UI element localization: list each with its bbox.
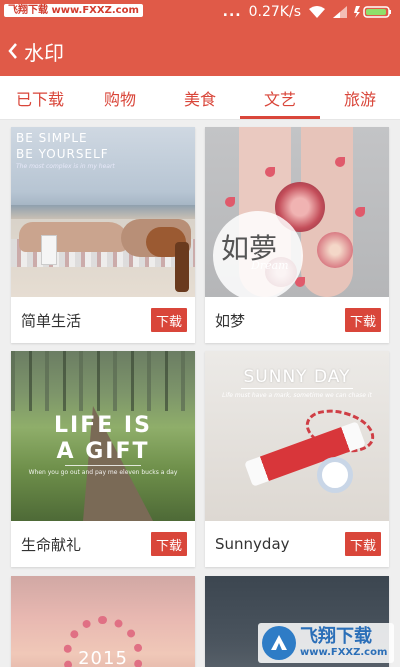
watermark-card[interactable]: BE SIMPLE BE YOURSELF The most complex i… <box>11 127 195 343</box>
card-title: Sunnyday <box>215 535 290 553</box>
status-bar: 飞翔下载 www.FXXZ.com ... 0.27K/s <box>0 0 400 26</box>
watermark-card[interactable]: 2015 <box>11 576 195 667</box>
app-bar: 水印 <box>0 26 400 76</box>
watermark-preview-image[interactable]: 如夢 Dream <box>205 127 389 297</box>
download-button[interactable]: 下载 <box>345 308 381 332</box>
watermark-brand: 飞翔下载 <box>300 626 372 647</box>
tab-travel[interactable]: 旅游 <box>320 76 400 119</box>
card-title: 如梦 <box>215 311 246 330</box>
watermark-top-left: 飞翔下载 www.FXXZ.com <box>4 4 143 17</box>
watermark-grid: BE SIMPLE BE YOURSELF The most complex i… <box>0 120 400 667</box>
watermark-preview-image[interactable]: LIFE IS A GIFT When you go out and pay m… <box>11 351 195 521</box>
overlay-subtext: Dream <box>251 259 289 272</box>
network-speed: 0.27K/s <box>248 4 301 20</box>
overlay-subtext: Life must have a mark, sometime we can c… <box>222 392 372 399</box>
watermark-card[interactable]: SUNNY DAY Life must have a mark, sometim… <box>205 351 389 567</box>
signal-icon <box>333 6 347 18</box>
watermark-card[interactable]: 如夢 Dream 如梦 下载 <box>205 127 389 343</box>
status-indicators: ... 0.27K/s <box>223 4 392 20</box>
overlay-text: BE SIMPLE <box>16 131 88 145</box>
download-button[interactable]: 下载 <box>345 532 381 556</box>
fxxz-logo-icon <box>262 626 296 660</box>
watermark-bottom-right: 飞翔下载 www.FXXZ.com <box>258 623 394 663</box>
chevron-left-icon <box>8 43 17 59</box>
tab-literary[interactable]: 文艺 <box>240 76 320 119</box>
watermark-preview-image[interactable]: 2015 <box>11 576 195 667</box>
status-dots: ... <box>222 4 242 20</box>
wifi-icon <box>308 5 326 19</box>
watermark-preview-image[interactable]: BE SIMPLE BE YOURSELF The most complex i… <box>11 127 195 297</box>
card-title: 生命献礼 <box>21 535 82 554</box>
battery-charging-icon <box>354 5 392 19</box>
tab-shopping[interactable]: 购物 <box>80 76 160 119</box>
category-tabs: 已下载 购物 美食 文艺 旅游 <box>0 76 400 120</box>
overlay-text: A GIFT <box>56 439 150 464</box>
overlay-text: 2015 <box>78 648 128 667</box>
download-button[interactable]: 下载 <box>151 308 187 332</box>
overlay-subtext: When you go out and pay me eleven bucks … <box>28 469 178 476</box>
card-title: 简单生活 <box>21 311 82 330</box>
watermark-url: www.FXXZ.com <box>300 647 388 658</box>
overlay-text: SUNNY DAY <box>243 367 351 387</box>
overlay-text: LIFE IS <box>54 413 152 438</box>
back-button[interactable] <box>2 26 24 76</box>
tab-food[interactable]: 美食 <box>160 76 240 119</box>
watermark-card[interactable]: LIFE IS A GIFT When you go out and pay m… <box>11 351 195 567</box>
download-button[interactable]: 下载 <box>151 532 187 556</box>
overlay-subtext: The most complex is in my heart <box>16 163 115 170</box>
overlay-text: BE YOURSELF <box>16 147 109 161</box>
page-title: 水印 <box>24 40 64 65</box>
tab-downloaded[interactable]: 已下载 <box>0 76 80 119</box>
watermark-preview-image[interactable]: SUNNY DAY Life must have a mark, sometim… <box>205 351 389 521</box>
